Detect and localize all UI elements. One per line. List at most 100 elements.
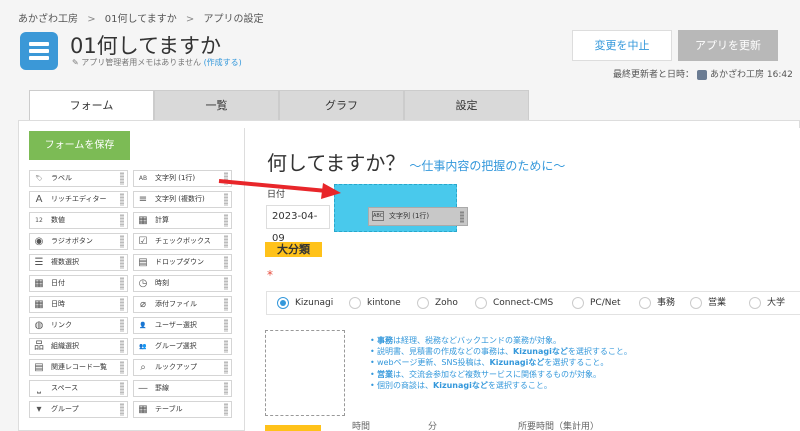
blank-space-field[interactable]: [265, 330, 345, 416]
palette-item[interactable]: 👤 ユーザー選択: [133, 317, 232, 334]
radio-circle[interactable]: [572, 297, 584, 309]
palette-item[interactable]: ⌕ ルックアップ: [133, 359, 232, 376]
radio-option[interactable]: 大学: [749, 297, 785, 309]
number-icon: 12: [35, 217, 43, 224]
drag-handle-icon[interactable]: [120, 361, 124, 374]
drag-handle-icon[interactable]: [120, 340, 124, 353]
drag-handle-icon[interactable]: [120, 235, 124, 248]
tab-settings[interactable]: 設定: [404, 90, 529, 121]
note-item: 営業は、交流会参加など複数サービスに関係するものが対象。: [370, 369, 632, 380]
radio-option[interactable]: Connect-CMS: [475, 297, 553, 309]
palette-item[interactable]: — 罫線: [133, 380, 232, 397]
drag-handle-icon[interactable]: [120, 256, 124, 269]
radio-option-label: Zoho: [435, 298, 458, 308]
palette-item[interactable]: ⎵ スペース: [29, 380, 128, 397]
note-text: 事務: [377, 336, 393, 345]
group-icon: ▾: [36, 404, 42, 415]
palette-item[interactable]: ▦ 日付: [29, 275, 128, 292]
palette-item-label: ドロップダウン: [155, 258, 204, 266]
palette-item[interactable]: ☑ チェックボックス: [133, 233, 232, 250]
breadcrumb-item-settings: アプリの設定: [203, 14, 264, 25]
radio-option[interactable]: Kizunagi: [277, 297, 333, 309]
palette-item[interactable]: ▦ テーブル: [133, 401, 232, 418]
drag-handle-icon[interactable]: [120, 214, 124, 227]
drag-handle-icon[interactable]: [120, 403, 124, 416]
note-text: 説明書、見積書の作成などの事務は、: [377, 347, 513, 357]
dropdown-icon: ▤: [138, 257, 148, 268]
memo-create-link[interactable]: (作成する): [204, 58, 242, 67]
org-icon: 品: [34, 341, 44, 352]
radio-circle[interactable]: [639, 297, 651, 309]
palette-item[interactable]: 12 数値: [29, 212, 128, 229]
radio-circle[interactable]: [417, 297, 429, 309]
note-item: 説明書、見積書の作成などの事務は、Kizunagiなどを選択すること。: [370, 346, 632, 357]
radio-option[interactable]: Zoho: [417, 297, 458, 309]
radio-circle[interactable]: [277, 297, 289, 309]
drag-handle-icon[interactable]: [120, 319, 124, 332]
palette-item[interactable]: A リッチエディター: [29, 191, 128, 208]
date-field[interactable]: 2023-04-09: [266, 205, 330, 244]
radio-circle[interactable]: [690, 297, 702, 309]
form-heading-label[interactable]: 何してますか？ 〜仕事内容の把握のために〜: [267, 147, 565, 176]
palette-item[interactable]: 品組織選択: [29, 338, 128, 355]
palette-item[interactable]: ◍ リンク: [29, 317, 128, 334]
palette-item[interactable]: 🏷 ラベル: [29, 170, 128, 187]
drag-handle-icon[interactable]: [224, 319, 228, 332]
drag-handle-icon[interactable]: [120, 298, 124, 311]
drag-handle-icon[interactable]: [120, 277, 124, 290]
palette-item[interactable]: ◉ ラジオボタン: [29, 233, 128, 250]
palette-item-label: 添付ファイル: [155, 300, 197, 308]
radio-circle[interactable]: [349, 297, 361, 309]
radio-option[interactable]: 事務: [639, 297, 675, 309]
drag-handle-icon[interactable]: [224, 361, 228, 374]
palette-item[interactable]: 👥 グループ選択: [133, 338, 232, 355]
palette-item[interactable]: ⌀ 添付ファイル: [133, 296, 232, 313]
drag-handle-icon[interactable]: [224, 235, 228, 248]
app-list-icon: [20, 32, 58, 70]
tab-graph[interactable]: グラフ: [279, 90, 404, 121]
divider-line-icon: —: [138, 383, 148, 394]
tab-list[interactable]: 一覧: [154, 90, 279, 121]
drag-handle-icon[interactable]: [224, 403, 228, 416]
drag-handle-icon[interactable]: [224, 214, 228, 227]
drag-handle-icon[interactable]: [224, 277, 228, 290]
hours-label: 時間: [352, 422, 371, 431]
cancel-changes-button[interactable]: 変更を中止: [572, 30, 672, 61]
drag-handle-icon[interactable]: [224, 256, 228, 269]
palette-item[interactable]: ▾ グループ: [29, 401, 128, 418]
palette-item-label: 複数選択: [51, 258, 79, 266]
drag-handle-icon[interactable]: [120, 172, 124, 185]
radio-option-label: 事務: [657, 298, 676, 308]
breadcrumb-item-app[interactable]: 01何してますか: [105, 14, 177, 25]
drag-handle-icon[interactable]: [120, 382, 124, 395]
radio-option[interactable]: 営業: [690, 297, 726, 309]
last-update-time: 16:42: [766, 70, 793, 80]
user-icon: 👤: [139, 322, 147, 329]
radio-circle[interactable]: [475, 297, 487, 309]
breadcrumb-separator: >: [185, 14, 195, 25]
update-app-button[interactable]: アプリを更新: [678, 30, 778, 61]
memo-text: アプリ管理者用メモはありません: [81, 58, 202, 67]
palette-item[interactable]: ☰ 複数選択: [29, 254, 128, 271]
dragging-field-chip[interactable]: ABC 文字列 (1行): [368, 207, 468, 226]
drag-handle-icon[interactable]: [460, 211, 464, 223]
text-single-icon: ABC: [372, 211, 384, 221]
save-form-button[interactable]: フォームを保存: [29, 131, 130, 160]
breadcrumb-item-space[interactable]: あかざわ工房: [18, 14, 78, 25]
heading-sub: 〜仕事内容の把握のために〜: [409, 159, 566, 173]
palette-item[interactable]: ◷ 時刻: [133, 275, 232, 292]
tab-form[interactable]: フォーム: [29, 90, 154, 121]
palette-item[interactable]: ▤ ドロップダウン: [133, 254, 232, 271]
palette-item-label: 関連レコード一覧: [51, 363, 107, 371]
drag-handle-icon[interactable]: [120, 193, 124, 206]
radio-option[interactable]: PC/Net: [572, 297, 621, 309]
drag-handle-icon[interactable]: [224, 298, 228, 311]
radio-option[interactable]: kintone: [349, 297, 401, 309]
palette-item[interactable]: ▦ 計算: [133, 212, 232, 229]
palette-item[interactable]: ▦ 日時: [29, 296, 128, 313]
drag-handle-icon[interactable]: [224, 340, 228, 353]
text-single-icon: AB: [138, 175, 148, 182]
palette-item[interactable]: ▤ 関連レコード一覧: [29, 359, 128, 376]
drag-handle-icon[interactable]: [224, 382, 228, 395]
radio-circle[interactable]: [749, 297, 761, 309]
